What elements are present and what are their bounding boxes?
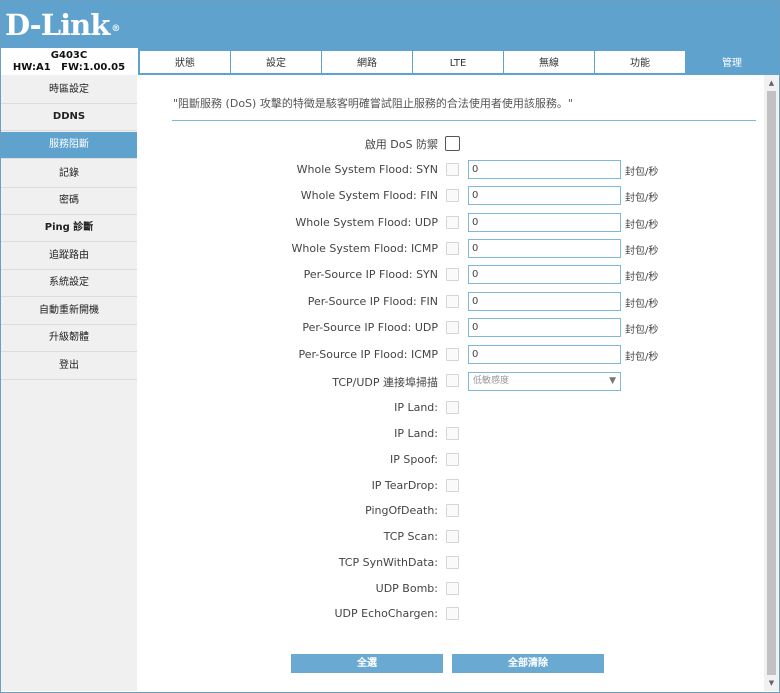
attack-option-label: IP TearDrop: [371, 479, 438, 492]
attack-option-checkbox[interactable] [446, 453, 459, 466]
sidebar-item-ping[interactable]: Ping 診斷 [1, 215, 137, 242]
flood-label: Per-Source IP Flood: SYN [303, 268, 438, 281]
flood-unit: 封包/秒 [625, 325, 659, 336]
tab-setup[interactable]: 設定 [231, 51, 321, 73]
attack-option-checkbox[interactable] [446, 401, 459, 414]
sidebar-item-traceroute[interactable]: 追蹤路由 [1, 243, 137, 270]
attack-option-checkbox[interactable] [446, 427, 459, 440]
enable-dos-label: 啟用 DoS 防禦 [364, 138, 438, 151]
flood-label: Whole System Flood: FIN [300, 189, 438, 202]
attack-option-checkbox[interactable] [446, 530, 459, 543]
attack-option-label: TCP SynWithData: [338, 556, 438, 569]
attack-option-label: UDP Bomb: [375, 582, 438, 595]
enable-dos-checkbox[interactable] [445, 136, 460, 151]
flood-rate-input[interactable]: 0 [468, 345, 621, 364]
device-version: HW:A1 FW:1.00.05 [12, 62, 126, 73]
flood-unit: 封包/秒 [625, 220, 659, 231]
device-model: G403C [50, 50, 88, 61]
flood-label: Whole System Flood: SYN [296, 163, 438, 176]
flood-label: Per-Source IP Flood: UDP [302, 321, 438, 334]
header-bar: D-Link ® [1, 1, 779, 48]
flood-rate-input[interactable]: 0 [468, 265, 621, 284]
flood-label: Whole System Flood: UDP [295, 216, 438, 229]
sidebar-item-logout[interactable]: 登出 [1, 353, 137, 380]
tab-wireless[interactable]: 無線 [504, 51, 594, 73]
flood-unit: 封包/秒 [625, 167, 659, 178]
flood-rate-input[interactable]: 0 [468, 292, 621, 311]
attack-option-label: IP Spoof: [390, 453, 438, 466]
attack-option-checkbox[interactable] [446, 479, 459, 492]
chevron-down-icon: ▼ [609, 376, 616, 386]
clear-all-button[interactable]: 全部清除 [452, 654, 604, 673]
vertical-scrollbar[interactable]: ▲ ▼ [764, 75, 779, 691]
flood-unit: 封包/秒 [625, 352, 659, 363]
flood-label: Per-Source IP Flood: ICMP [298, 348, 438, 361]
attack-option-label: TCP Scan: [383, 530, 438, 543]
flood-checkbox[interactable] [446, 321, 459, 334]
flood-checkbox[interactable] [446, 189, 459, 202]
flood-label: Per-Source IP Flood: FIN [307, 295, 438, 308]
sidebar-item-auto-reboot[interactable]: 自動重新開機 [1, 298, 137, 325]
sidebar-item-ddns[interactable]: DDNS [1, 104, 137, 131]
divider [172, 120, 756, 121]
attack-option-checkbox[interactable] [446, 504, 459, 517]
flood-unit: 封包/秒 [625, 193, 659, 204]
sidebar-item-timezone[interactable]: 時區設定 [1, 77, 137, 104]
port-scan-checkbox[interactable] [446, 374, 459, 387]
sidebar: 時區設定 DDNS 服務阻斷 記錄 密碼 Ping 診斷 追蹤路由 系統設定 自… [1, 75, 137, 691]
select-all-button[interactable]: 全選 [291, 654, 443, 673]
flood-rate-input[interactable]: 0 [468, 186, 621, 205]
port-scan-sensitivity-select[interactable]: 低敏感度 ▼ [468, 372, 621, 391]
sidebar-item-system[interactable]: 系統設定 [1, 270, 137, 297]
flood-unit: 封包/秒 [625, 299, 659, 310]
top-tabs: 狀態 設定 網路 LTE 無線 功能 管理 [138, 48, 779, 75]
scroll-up-arrow-icon[interactable]: ▲ [764, 77, 779, 89]
tab-features[interactable]: 功能 [595, 51, 685, 73]
flood-checkbox[interactable] [446, 242, 459, 255]
flood-rate-input[interactable]: 0 [468, 213, 621, 232]
flood-unit: 封包/秒 [625, 246, 659, 257]
dos-description: "阻斷服務 (DoS) 攻擊的特徵是駭客明確嘗試阻止服務的合法使用者使用該服務。… [173, 97, 573, 110]
flood-label: Whole System Flood: ICMP [291, 242, 439, 255]
tab-lte[interactable]: LTE [413, 51, 503, 73]
flood-rate-input[interactable]: 0 [468, 239, 621, 258]
sidebar-item-firmware[interactable]: 升級韌體 [1, 325, 137, 352]
flood-rate-input[interactable]: 0 [468, 160, 621, 179]
sidebar-item-dos[interactable]: 服務阻斷 [1, 132, 137, 159]
flood-checkbox[interactable] [446, 295, 459, 308]
attack-option-label: IP Land: [394, 427, 438, 440]
tab-status[interactable]: 狀態 [140, 51, 230, 73]
attack-option-checkbox[interactable] [446, 582, 459, 595]
attack-option-label: IP Land: [394, 401, 438, 414]
sidebar-item-log[interactable]: 記錄 [1, 161, 137, 188]
sidebar-item-password[interactable]: 密碼 [1, 188, 137, 215]
flood-checkbox[interactable] [446, 216, 459, 229]
flood-rate-input[interactable]: 0 [468, 318, 621, 337]
dlink-logo: D-Link ® [5, 8, 120, 42]
tab-management[interactable]: 管理 [687, 51, 777, 73]
scroll-down-arrow-icon[interactable]: ▼ [764, 677, 779, 689]
flood-checkbox[interactable] [446, 163, 459, 176]
tab-network[interactable]: 網路 [322, 51, 412, 73]
scrollbar-thumb[interactable] [767, 91, 776, 675]
attack-option-label: PingOfDeath: [365, 504, 438, 517]
flood-unit: 封包/秒 [625, 272, 659, 283]
attack-option-checkbox[interactable] [446, 607, 459, 620]
flood-checkbox[interactable] [446, 268, 459, 281]
attack-option-label: UDP EchoChargen: [334, 607, 438, 620]
attack-option-checkbox[interactable] [446, 556, 459, 569]
flood-checkbox[interactable] [446, 348, 459, 361]
device-info: G403C HW:A1 FW:1.00.05 [1, 48, 137, 75]
port-scan-label: TCP/UDP 連接埠掃描 [332, 376, 438, 389]
